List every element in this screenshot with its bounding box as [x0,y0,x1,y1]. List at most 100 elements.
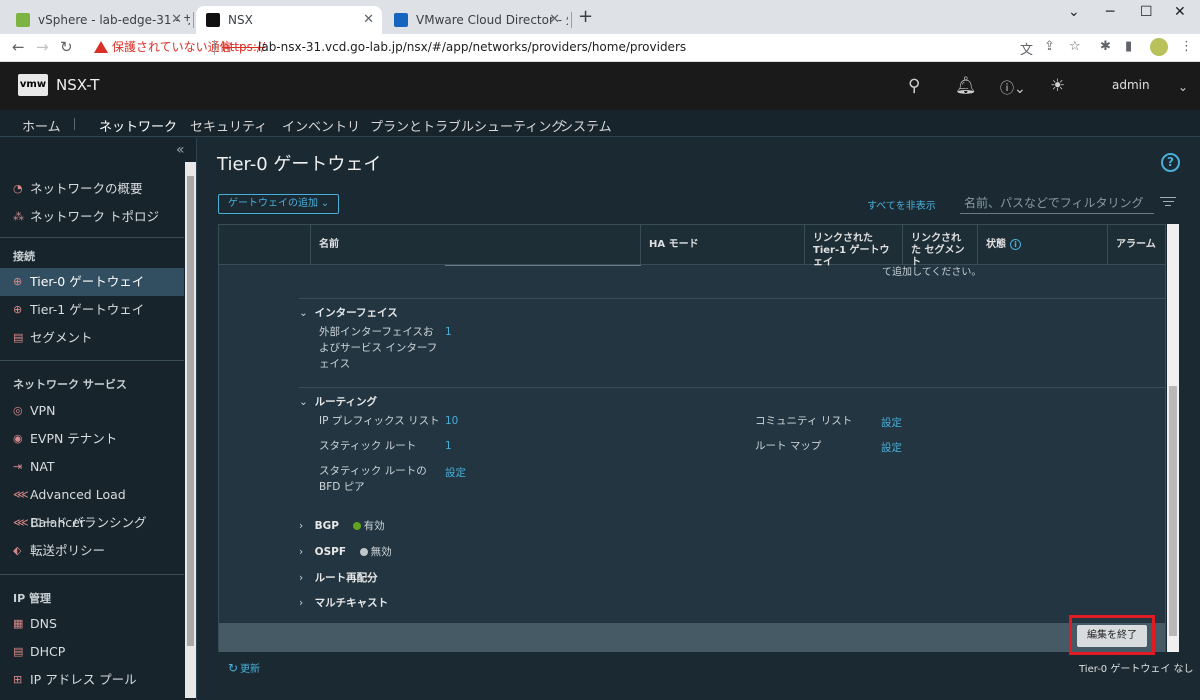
nav-security[interactable]: セキュリティ [190,116,267,135]
forward-icon[interactable]: → [36,38,49,56]
sidebar-item-nat[interactable]: ⇥ NAT [0,453,184,481]
browser-toolbar: ← → ↻ 保護されていない通信 https:// lab-nsx-31.vcd… [0,34,1200,62]
window-close-icon[interactable]: ✕ [1174,4,1186,20]
sidebar-item-tier0[interactable]: ⊕ Tier-0 ゲートウェイ [0,268,184,296]
close-tab-icon[interactable]: ✕ [549,6,560,34]
load-balancer-icon: ⋘ [13,488,29,501]
community-list-set-link[interactable]: 設定 [881,415,902,430]
reload-icon[interactable]: ↻ [60,38,73,56]
sidebar-item-dns[interactable]: ▦ DNS [0,610,184,638]
tab-search-icon[interactable]: ⌄ [1068,4,1080,20]
translate-icon[interactable]: 文 [1020,39,1033,58]
help-menu-icon[interactable]: ⓘ⌄ [1000,78,1026,98]
segment-icon: ▤ [13,331,24,344]
close-tab-icon[interactable]: ✕ [363,6,374,34]
extensions-icon[interactable]: ✱ [1100,39,1111,54]
new-tab-icon[interactable]: + [578,6,593,27]
search-icon[interactable]: ⚲ [908,76,920,96]
external-interfaces-label: 外部インターフェイスおよびサービス インターフェイス [319,326,438,370]
grid-scrollbar-thumb[interactable] [1169,386,1177,636]
sidebar-item-ip-pool[interactable]: ⊞ IP アドレス プール [0,666,184,694]
browser-tab-vsphere[interactable]: vSphere - lab-edge-31 - サマリ ✕ [6,6,190,34]
sidebar-item-dhcp[interactable]: ▤ DHCP [0,638,184,666]
column-name[interactable]: 名前 [310,225,640,265]
chevron-down-icon[interactable]: ⌄ [299,307,311,319]
sidebar-item-overview[interactable]: ◔ ネットワークの概要 [0,175,184,203]
sidebar-item-alb[interactable]: ⋘ Advanced Load Balancer [0,481,184,530]
sidebar-scrollbar-thumb[interactable] [187,176,194,646]
interfaces-section[interactable]: ⌄ インターフェイス [299,305,398,320]
sidebar-item-vpn[interactable]: ◎ VPN [0,397,184,425]
sidebar-item-tier1[interactable]: ⊕ Tier-1 ゲートウェイ [0,296,184,324]
ip-pool-icon: ⊞ [13,673,23,686]
maximize-icon[interactable]: ☐ [1140,4,1153,20]
chevron-right-icon[interactable]: › [299,520,311,532]
forwarding-icon: ⬖ [13,544,22,557]
ospf-section[interactable]: › OSPF 無効 [299,544,392,559]
sidebar-item-evpn[interactable]: ◉ EVPN テナント [0,425,184,453]
collapse-all-link[interactable]: すべてを非表示 [867,197,936,212]
filter-input[interactable] [960,192,1154,214]
column-linked-t1[interactable]: リンクされた Tier-1 ゲートウェイ [804,225,902,268]
app-title: NSX-T [56,76,100,94]
nav-system[interactable]: システム [560,116,612,135]
nav-networking[interactable]: ネットワーク [99,116,178,140]
refresh-link[interactable]: ↻ 更新 [228,660,260,675]
browser-tabstrip: vSphere - lab-edge-31 - サマリ ✕ NSX ✕ VMwa… [0,0,1200,34]
add-gateway-button[interactable]: ゲートウェイの追加 ⌄ [218,194,340,214]
column-status[interactable]: 状態 i [977,225,1107,265]
address-bar[interactable]: 保護されていない通信 https:// lab-nsx-31.vcd.go-la… [86,36,1086,59]
bookmark-star-icon[interactable]: ☆ [1069,39,1081,54]
chevron-down-icon[interactable]: ⌄ [1178,80,1188,94]
multicast-section[interactable]: › マルチキャスト [299,595,388,610]
column-ha-mode[interactable]: HA モード [640,225,804,265]
external-interfaces-count[interactable]: 1 [445,326,452,338]
back-icon[interactable]: ← [12,38,25,56]
route-redistribution-section[interactable]: › ルート再配分 [299,570,378,585]
bgp-section[interactable]: › BGP 有効 [299,518,385,533]
nav-plan-troubleshoot[interactable]: プランとトラブルシューティング [370,116,564,135]
user-menu[interactable]: admin [1112,78,1150,92]
menu-kebab-icon[interactable]: ⋮ [1180,39,1193,54]
bell-icon[interactable]: 🔔︎ [955,76,977,96]
profile-avatar[interactable] [1150,38,1168,56]
close-tab-icon[interactable]: ✕ [171,6,182,34]
url-text: lab-nsx-31.vcd.go-lab.jp/nsx/#/app/netwo… [258,40,687,54]
info-icon[interactable]: i [1010,239,1021,250]
browser-tab-vcd[interactable]: VMware Cloud Director - 外部ネ ✕ [384,6,568,34]
filter-lines-icon[interactable] [1160,197,1176,209]
help-icon[interactable]: ? [1161,153,1180,172]
routing-section[interactable]: ⌄ ルーティング [299,394,377,409]
browser-tab-nsx[interactable]: NSX ✕ [196,6,382,34]
chevron-right-icon[interactable]: › [299,546,311,558]
nav-inventory[interactable]: インベントリ [282,116,360,135]
nav-home[interactable]: ホーム [22,116,61,135]
ip-prefix-list-count[interactable]: 10 [445,415,458,427]
column-linked-segments[interactable]: リンクされた セグメント [902,225,977,268]
chevron-right-icon[interactable]: › [299,597,311,609]
share-icon[interactable]: ⇪ [1044,39,1055,54]
column-alarms[interactable]: アラーム [1107,225,1165,265]
minimize-icon[interactable]: ─ [1106,4,1114,20]
sidebar-group-ip: IP 管理 [13,592,51,605]
status-dot-disabled [359,548,368,556]
sidebar-item-forwarding[interactable]: ⬖ 転送ポリシー [0,537,184,565]
bgp-status: 有効 [363,520,385,532]
sidebar-item-topology[interactable]: ⁂ ネットワーク トポロジ [0,203,184,231]
chevron-right-icon[interactable]: › [299,572,311,584]
route-map-set-link[interactable]: 設定 [881,440,902,455]
static-routes-count[interactable]: 1 [445,440,452,452]
grid-header: 名前 HA モード リンクされた Tier-1 ゲートウェイ リンクされた セグ… [219,225,1165,268]
dashboard-icon: ◔ [13,182,23,195]
collapse-sidebar-icon[interactable]: « [176,142,185,158]
dns-icon: ▦ [13,617,24,630]
sidepanel-icon[interactable]: ▮ [1125,39,1132,54]
static-route-bfd-set-link[interactable]: 設定 [445,465,466,480]
gateway-icon: ⊕ [13,275,23,288]
finish-editing-button[interactable]: 編集を終了 [1077,625,1147,647]
theme-sun-icon[interactable]: ☀ [1050,76,1065,96]
sidebar-item-load-balancing[interactable]: ⋘ ロード バランシング [0,509,184,537]
static-routes-label: スタティック ルート [319,440,417,452]
sidebar-item-segments[interactable]: ▤ セグメント [0,324,184,352]
chevron-down-icon[interactable]: ⌄ [299,396,311,408]
